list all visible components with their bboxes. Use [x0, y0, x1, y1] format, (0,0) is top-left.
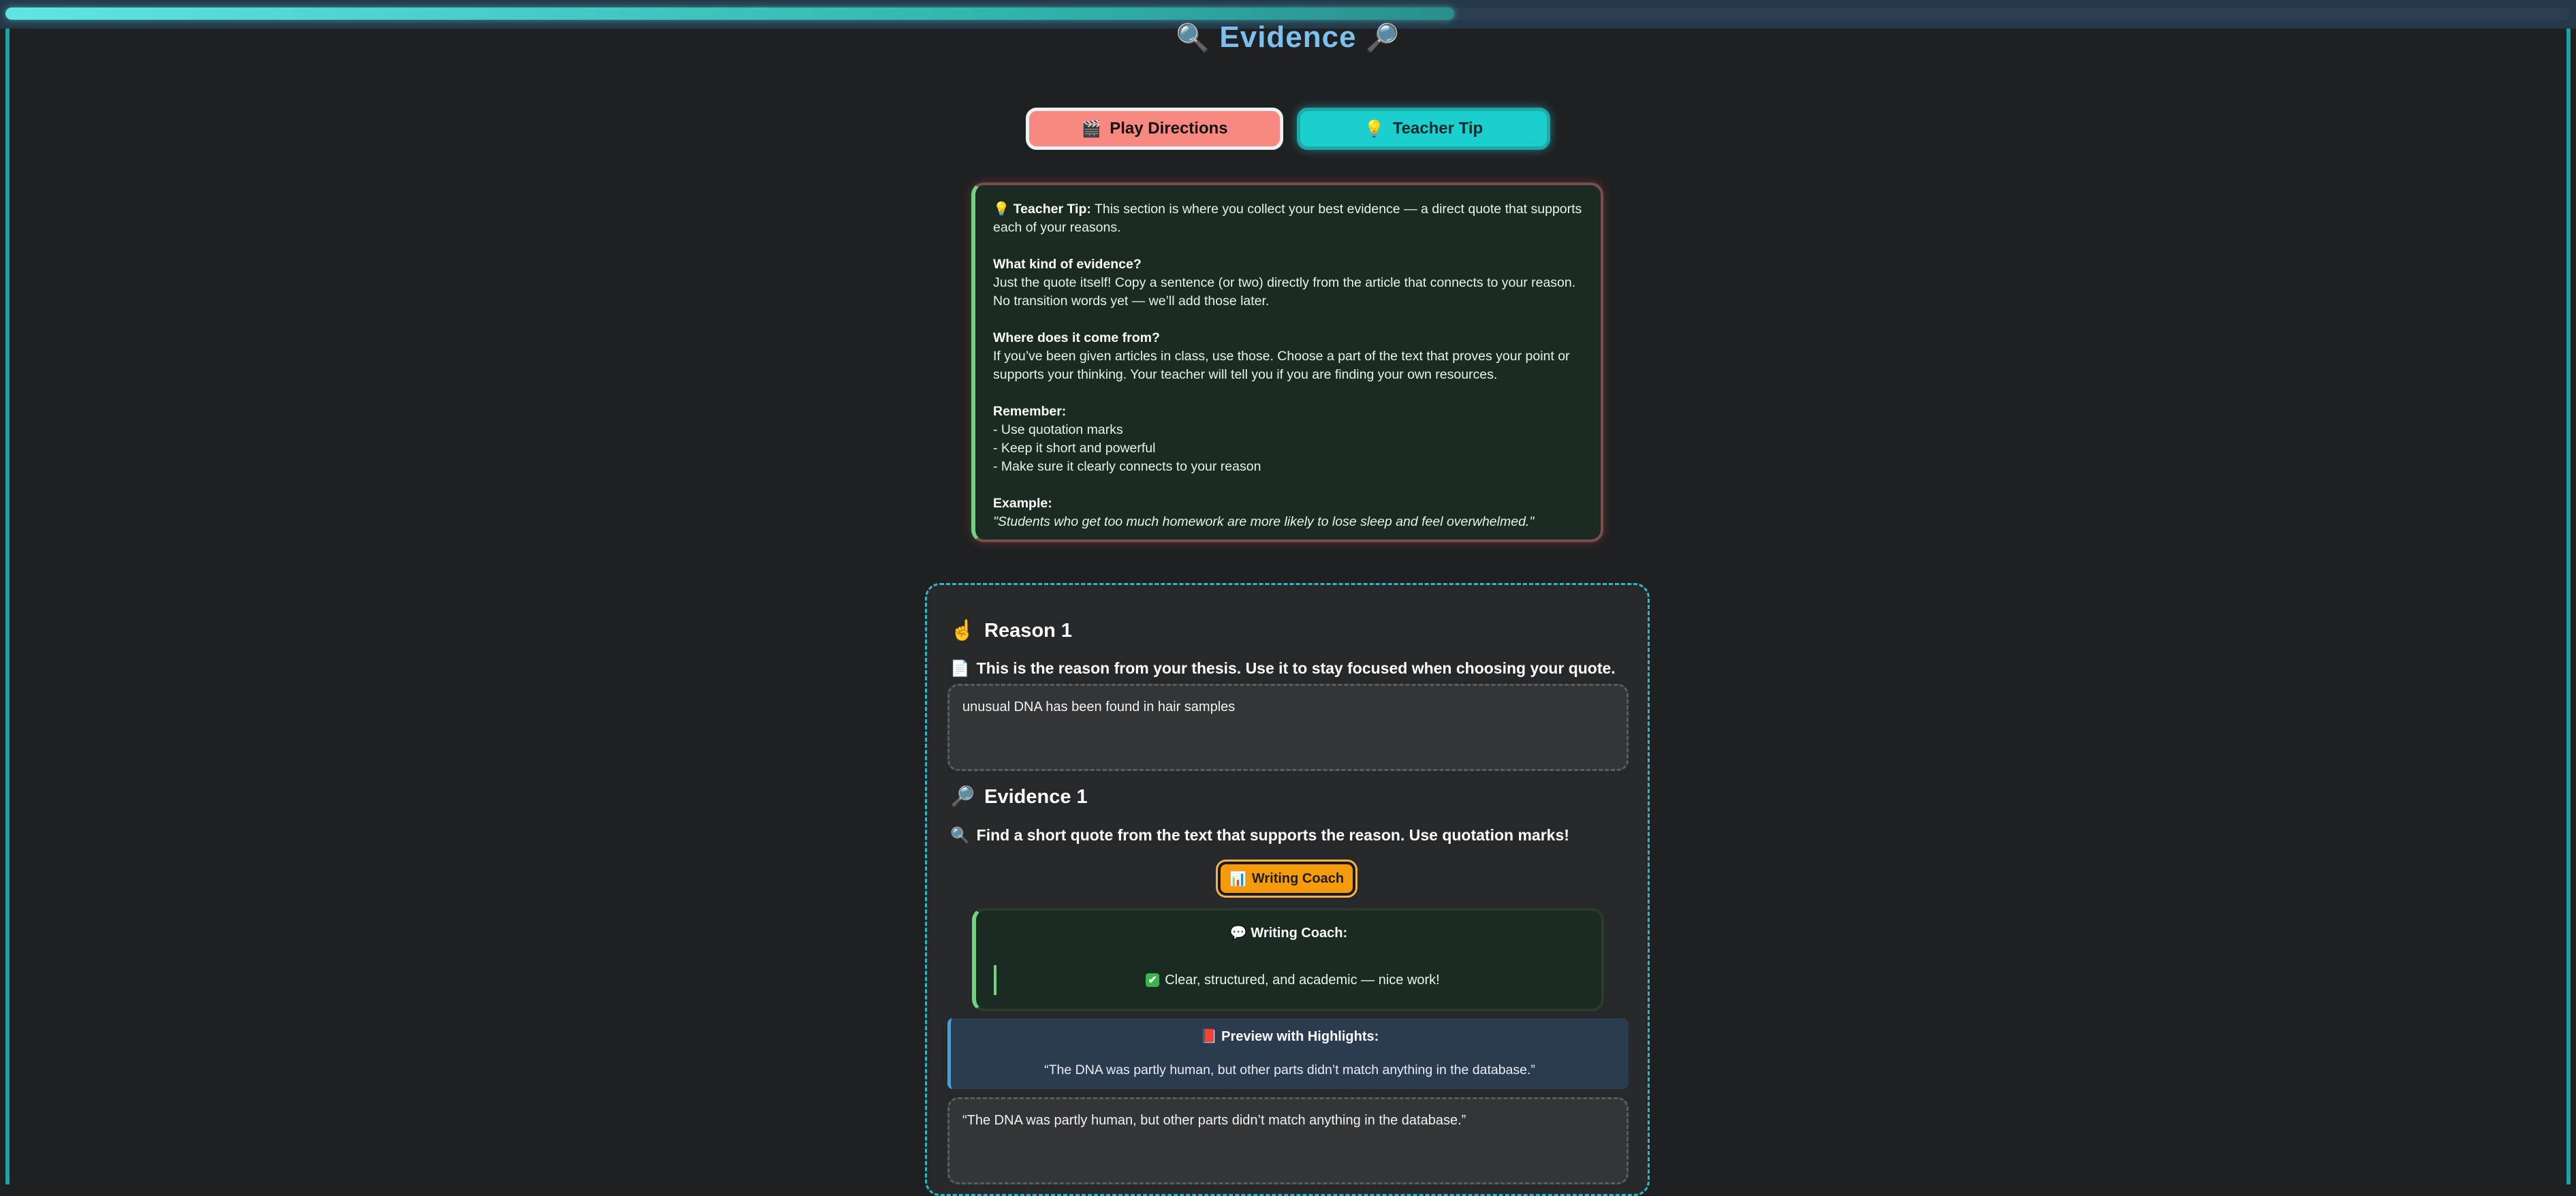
magnifier-right-icon: 🔎 [1365, 23, 1400, 53]
evidence-input[interactable]: “The DNA was partly human, but other par… [947, 1097, 1629, 1184]
document-icon: 📄 [950, 659, 970, 677]
teacher-tip-button[interactable]: 💡 Teacher Tip [1297, 108, 1550, 150]
tip-remember-item: - Make sure it clearly connects to your … [993, 459, 1261, 474]
search-icon: 🔍 [950, 826, 970, 844]
tip-kind-text: Just the quote itself! Copy a sentence (… [993, 275, 1576, 309]
play-directions-label: Play Directions [1110, 119, 1228, 138]
left-border [5, 29, 10, 1184]
tip-example: Example: "Students who get too much home… [993, 494, 1583, 531]
tip-kind: What kind of evidence? Just the quote it… [993, 255, 1583, 311]
preview-title-text: Preview with Highlights: [1221, 1029, 1379, 1044]
writing-coach-card: 💬 Writing Coach: ✔ Clear, structured, an… [972, 908, 1604, 1011]
page-title: 🔍 Evidence 🔎 [0, 20, 2576, 54]
action-buttons: 🎬 Play Directions 💡 Teacher Tip [0, 108, 2576, 150]
reason-evidence-section: ☝️ Reason 1 📄 This is the reason from yo… [925, 583, 1650, 1196]
evidence-hint-text: Find a short quote from the text that su… [976, 826, 1569, 844]
play-directions-button[interactable]: 🎬 Play Directions [1026, 108, 1283, 150]
progress-fill [5, 7, 1454, 20]
evidence-heading: 🔎 Evidence 1 [950, 785, 1088, 808]
preview-title: 📕 Preview with Highlights: [951, 1028, 1629, 1045]
magnifier-left-icon: 🔍 [1176, 23, 1211, 53]
speech-bubble-icon: 💬 [1229, 926, 1247, 941]
page-title-text: Evidence [1219, 20, 1357, 54]
coach-title-text: Writing Coach: [1251, 926, 1348, 941]
magnifier-icon: 🔎 [950, 786, 975, 808]
reason-input[interactable]: unusual DNA has been found in hair sampl… [947, 684, 1629, 771]
preview-text: “The DNA was partly human, but other par… [1044, 1063, 1535, 1077]
lightbulb-icon: 💡 [1364, 119, 1385, 138]
writing-coach-button[interactable]: 📊 Writing Coach [1216, 860, 1357, 898]
tip-example-text: "Students who get too much homework are … [993, 514, 1535, 529]
reason-hint-text: This is the reason from your thesis. Use… [976, 659, 1616, 677]
tip-remember-item: - Keep it short and powerful [993, 441, 1156, 456]
chart-icon: 📊 [1229, 871, 1246, 887]
coach-feedback: ✔ Clear, structured, and academic — nice… [994, 965, 1589, 995]
right-border [2566, 29, 2571, 1184]
coach-feedback-text: Clear, structured, and academic — nice w… [1165, 972, 1440, 988]
tip-remember-heading: Remember: [993, 404, 1067, 419]
evidence-hint: 🔍 Find a short quote from the text that … [950, 826, 1569, 845]
tip-kind-heading: What kind of evidence? [993, 257, 1142, 272]
teacher-tip-card: 💡 Teacher Tip: This section is where you… [971, 183, 1603, 542]
tip-remember-item: - Use quotation marks [993, 422, 1123, 437]
preview-highlights: 📕 Preview with Highlights: “The DNA was … [947, 1018, 1629, 1089]
reason-hint: 📄 This is the reason from your thesis. U… [950, 659, 1616, 678]
progress-bar [5, 7, 2569, 20]
coach-title: 💬 Writing Coach: [976, 924, 1601, 941]
checkmark-icon: ✔ [1146, 973, 1160, 987]
tip-source-heading: Where does it come from? [993, 330, 1160, 345]
teacher-tip-label: Teacher Tip [1392, 119, 1483, 138]
lightbulb-icon: 💡 [993, 202, 1010, 217]
writing-coach-label: Writing Coach [1251, 870, 1345, 886]
tip-source: Where does it come from? If you’ve been … [993, 329, 1583, 384]
clapper-icon: 🎬 [1081, 119, 1102, 138]
evidence-title: Evidence 1 [984, 785, 1088, 808]
tip-source-text: If you’ve been given articles in class, … [993, 349, 1570, 382]
book-icon: 📕 [1200, 1029, 1218, 1044]
pointing-finger-icon: ☝️ [950, 620, 975, 642]
tip-lead: Teacher Tip: [1013, 202, 1091, 217]
tip-example-heading: Example: [993, 496, 1052, 511]
reason-title: Reason 1 [984, 619, 1073, 642]
tip-intro: 💡 Teacher Tip: This section is where you… [993, 200, 1583, 237]
tip-remember: Remember: - Use quotation marks - Keep i… [993, 403, 1583, 476]
reason-heading: ☝️ Reason 1 [950, 619, 1072, 642]
